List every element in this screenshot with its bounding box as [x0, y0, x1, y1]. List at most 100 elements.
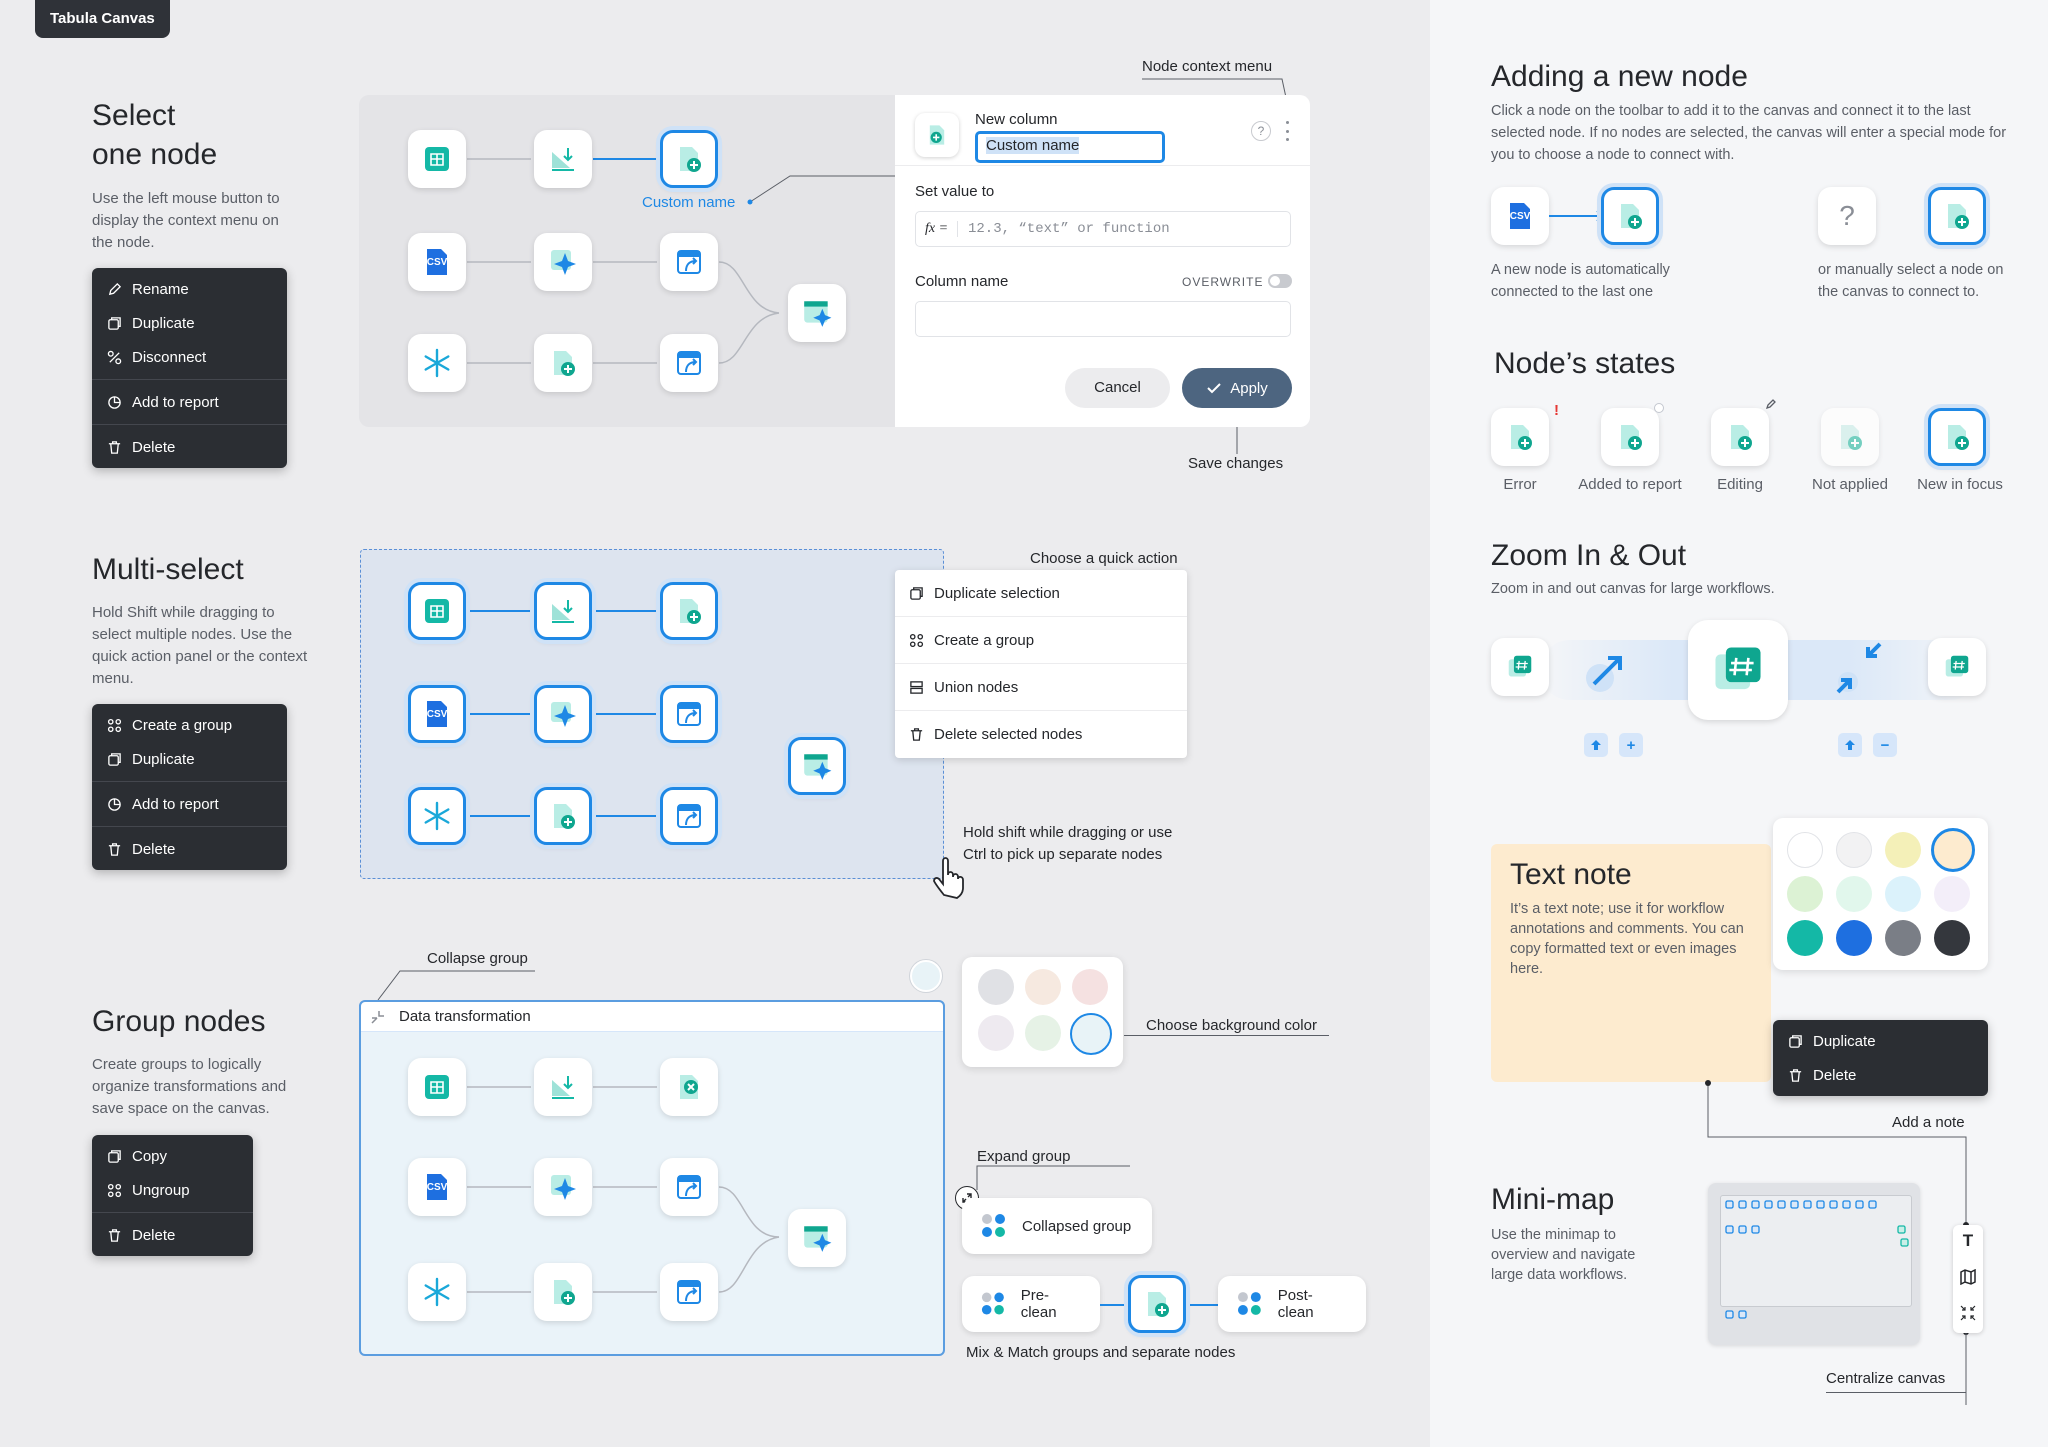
- snowflake-node[interactable]: [408, 334, 466, 392]
- color-swatch-pink[interactable]: [1072, 969, 1108, 1005]
- zoom-in-key[interactable]: +: [1619, 733, 1643, 757]
- note-color-white[interactable]: [1787, 832, 1823, 868]
- transform-node[interactable]: [660, 233, 718, 291]
- note-color-blue[interactable]: [1836, 920, 1872, 956]
- cancel-button[interactable]: Cancel: [1065, 368, 1170, 408]
- new-column-node[interactable]: [534, 1263, 592, 1321]
- note-color-light-gray[interactable]: [1836, 832, 1872, 868]
- column-name-input[interactable]: [915, 301, 1291, 337]
- value-input[interactable]: fx = 12.3, “text” or function: [915, 211, 1291, 247]
- collapse-icon[interactable]: [371, 1010, 385, 1024]
- quick-delete-nodes[interactable]: Delete selected nodes: [895, 711, 1187, 758]
- note-color-mint[interactable]: [1836, 876, 1872, 912]
- note-color-yellow[interactable]: [1885, 832, 1921, 868]
- transform-node[interactable]: [660, 1158, 718, 1216]
- csv-node[interactable]: CSV: [1491, 187, 1549, 245]
- note-color-gray[interactable]: [1885, 920, 1921, 956]
- note-color-sky[interactable]: [1885, 876, 1921, 912]
- transform-node-2[interactable]: [660, 1263, 718, 1321]
- state-not-applied-node[interactable]: [1821, 408, 1879, 466]
- menu-item-delete[interactable]: Delete: [92, 1218, 253, 1252]
- menu-item-duplicate[interactable]: Duplicate: [1773, 1024, 1988, 1058]
- note-color-lilac[interactable]: [1934, 876, 1970, 912]
- group-color-button[interactable]: [910, 960, 942, 992]
- pre-clean-group-pill[interactable]: Pre-clean: [962, 1276, 1100, 1332]
- zoom-small-node-left[interactable]: [1491, 638, 1549, 696]
- custom-name-input[interactable]: Custom name: [975, 131, 1165, 163]
- color-swatch-peach[interactable]: [1025, 969, 1061, 1005]
- collapsed-group-pill[interactable]: Collapsed group: [962, 1198, 1152, 1254]
- new-node-auto[interactable]: [1601, 187, 1659, 245]
- csv-node[interactable]: CSV: [408, 1158, 466, 1216]
- transform-node-2[interactable]: [660, 787, 718, 845]
- new-column-node[interactable]: [660, 130, 718, 188]
- color-swatch-lavender[interactable]: [978, 1015, 1014, 1051]
- new-column-node-2[interactable]: [534, 787, 592, 845]
- quick-duplicate-selection[interactable]: Duplicate selection: [895, 570, 1187, 617]
- note-color-charcoal[interactable]: [1934, 920, 1970, 956]
- help-icon[interactable]: ?: [1251, 121, 1271, 141]
- menu-item-delete[interactable]: Delete: [92, 430, 287, 464]
- quick-create-group[interactable]: Create a group: [895, 617, 1187, 664]
- import-node[interactable]: [534, 582, 592, 640]
- state-editing-node[interactable]: [1711, 399, 1776, 466]
- csv-node[interactable]: CSV: [408, 233, 466, 291]
- transform-node[interactable]: [660, 685, 718, 743]
- menu-item-delete[interactable]: Delete: [92, 832, 287, 866]
- menu-item-disconnect[interactable]: Disconnect: [92, 340, 287, 374]
- unknown-node[interactable]: ?: [1818, 187, 1876, 245]
- snowflake-node[interactable]: [408, 787, 466, 845]
- text-note[interactable]: Text note It’s a text note; use it for w…: [1491, 844, 1771, 1082]
- apply-button[interactable]: Apply: [1182, 368, 1292, 408]
- ai-dashboard-node[interactable]: [788, 737, 846, 795]
- sheet-node[interactable]: [408, 1058, 466, 1116]
- menu-item-create-group[interactable]: Create a group: [92, 708, 287, 742]
- quick-union-nodes[interactable]: Union nodes: [895, 664, 1187, 711]
- import-node[interactable]: [534, 130, 592, 188]
- new-node-manual[interactable]: [1928, 187, 1986, 245]
- color-swatch-sky-selected[interactable]: [1070, 1013, 1112, 1055]
- remove-node[interactable]: [660, 1058, 718, 1116]
- zoom-out-key[interactable]: −: [1873, 733, 1897, 757]
- map-icon[interactable]: [1960, 1269, 1976, 1285]
- ai-dashboard-node[interactable]: [788, 1209, 846, 1267]
- minimap-panel[interactable]: [1708, 1183, 1920, 1345]
- transform-node-2[interactable]: [660, 334, 718, 392]
- sheet-node[interactable]: [408, 582, 466, 640]
- ai-node[interactable]: [534, 685, 592, 743]
- text-note-tool-icon[interactable]: T: [1953, 1231, 1983, 1251]
- post-clean-group-pill[interactable]: Post-clean: [1218, 1276, 1366, 1332]
- menu-item-duplicate[interactable]: Duplicate: [92, 742, 287, 776]
- new-column-node[interactable]: [660, 582, 718, 640]
- ai-node[interactable]: [534, 1158, 592, 1216]
- state-report-node[interactable]: [1601, 403, 1664, 466]
- ai-node[interactable]: [534, 233, 592, 291]
- color-swatch-mint[interactable]: [1025, 1015, 1061, 1051]
- menu-item-add-report[interactable]: Add to report: [92, 385, 287, 419]
- menu-item-rename[interactable]: Rename: [92, 272, 287, 306]
- zoom-large-node[interactable]: [1688, 620, 1788, 720]
- color-swatch-gray[interactable]: [978, 969, 1014, 1005]
- note-color-green[interactable]: [1787, 876, 1823, 912]
- group-header[interactable]: Data transformation: [361, 1002, 943, 1032]
- centralize-icon[interactable]: [1960, 1305, 1976, 1321]
- app-title-tab[interactable]: Tabula Canvas: [35, 0, 170, 38]
- menu-item-ungroup[interactable]: Ungroup: [92, 1173, 253, 1207]
- state-focus-node[interactable]: [1928, 408, 1986, 466]
- sheet-node[interactable]: [408, 130, 466, 188]
- import-node[interactable]: [534, 1058, 592, 1116]
- csv-node[interactable]: CSV: [408, 685, 466, 743]
- note-color-peach-selected[interactable]: [1931, 828, 1975, 872]
- more-vertical-icon[interactable]: [1286, 121, 1290, 141]
- overwrite-toggle[interactable]: [1268, 274, 1292, 288]
- custom-name-label: Custom name: [642, 194, 736, 211]
- new-column-node-mix[interactable]: [1128, 1275, 1186, 1333]
- menu-item-add-report[interactable]: Add to report: [92, 787, 287, 821]
- zoom-small-node-right[interactable]: [1928, 638, 1986, 696]
- menu-item-copy[interactable]: Copy: [92, 1139, 253, 1173]
- new-column-node-2[interactable]: [534, 334, 592, 392]
- menu-item-duplicate[interactable]: Duplicate: [92, 306, 287, 340]
- snowflake-node[interactable]: [408, 1263, 466, 1321]
- state-error-node[interactable]: !: [1491, 402, 1559, 466]
- note-color-teal[interactable]: [1787, 920, 1823, 956]
